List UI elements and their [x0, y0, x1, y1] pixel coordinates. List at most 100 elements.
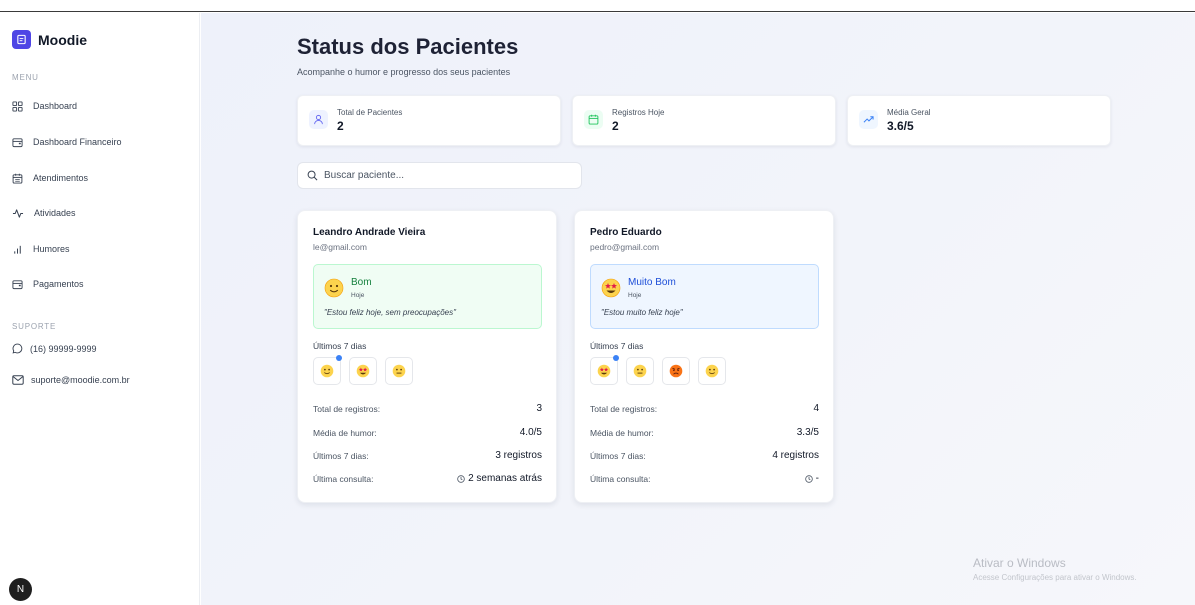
moodie-logo-icon: [12, 30, 31, 49]
sidebar-item-label: Humores: [33, 244, 70, 254]
stat-label: Média Geral: [887, 108, 931, 117]
current-mood-box: Muito Bom Hoje "Estou muito feliz hoje": [590, 264, 819, 329]
mood-history-item[interactable]: [626, 357, 654, 385]
stat-value: 2: [337, 119, 344, 133]
avatar[interactable]: N: [9, 578, 32, 601]
patient-name: Pedro Eduardo: [590, 227, 662, 238]
mood-history-item[interactable]: [385, 357, 413, 385]
row-value: 4 registros: [772, 450, 819, 461]
row-value-wrap: 2 semanas atrás: [457, 473, 542, 484]
window-top-bar: [0, 0, 1195, 12]
sidebar-item-label: Pagamentos: [33, 279, 84, 289]
today-indicator-dot: [336, 355, 342, 361]
wallet-icon: [12, 137, 23, 147]
row-label: Média de humor:: [590, 427, 654, 438]
slight-smile-emoji-icon: [324, 278, 344, 298]
ultima-consulta-row: Última consulta: -: [590, 473, 819, 484]
media-humor-row: Média de humor: 4.0/5: [313, 427, 542, 438]
sidebar-item-pagamentos[interactable]: Pagamentos: [12, 274, 188, 294]
support-phone-text: (16) 99999-9999: [30, 343, 97, 354]
mood-note: "Estou muito feliz hoje": [601, 308, 683, 317]
stat-label: Registros Hoje: [612, 108, 665, 117]
star-struck-emoji-icon: [601, 278, 621, 298]
row-label: Última consulta:: [313, 473, 374, 484]
last-7-days-label: Últimos 7 dias: [590, 341, 644, 351]
page-subtitle: Acompanhe o humor e progresso dos seus p…: [297, 67, 511, 77]
mood-label: Bom: [351, 277, 372, 288]
mood-history-item[interactable]: [590, 355, 619, 385]
calendar-icon: [584, 110, 603, 129]
stat-card-registros-hoje: Registros Hoje 2: [572, 95, 836, 146]
last-7-days-label: Últimos 7 dias: [313, 341, 367, 351]
brand-name: Moodie: [38, 31, 87, 48]
total-registros-row: Total de registros: 3: [313, 403, 542, 414]
sidebar-item-atendimentos[interactable]: Atendimentos: [12, 168, 188, 188]
support-phone[interactable]: (16) 99999-9999: [12, 343, 97, 354]
wallet-icon: [12, 279, 23, 289]
bar-chart-icon: [14, 245, 21, 254]
ultima-consulta-row: Última consulta: 2 semanas atrás: [313, 473, 542, 484]
row-value: 3: [536, 403, 542, 414]
sidebar: Moodie MENU Dashboard Dashboard Financei…: [0, 13, 200, 605]
mood-history-item[interactable]: [662, 357, 690, 385]
total-registros-row: Total de registros: 4: [590, 403, 819, 414]
mood-date: Hoje: [351, 292, 365, 299]
sidebar-item-humores[interactable]: Humores: [12, 239, 188, 259]
row-label: Últimos 7 dias:: [313, 450, 369, 461]
menu-section-label: MENU: [12, 73, 39, 82]
support-email[interactable]: suporte@moodie.com.br: [12, 375, 130, 385]
row-value: 3 registros: [495, 450, 542, 461]
recent-moods: [590, 355, 726, 385]
sidebar-item-label: Atividades: [34, 208, 76, 218]
stat-card-total-pacientes: Total de Pacientes 2: [297, 95, 561, 146]
search-input[interactable]: [324, 170, 564, 181]
mood-label: Muito Bom: [628, 277, 676, 288]
mood-history-item[interactable]: [698, 357, 726, 385]
stat-card-media-geral: Média Geral 3.6/5: [847, 95, 1111, 146]
recent-moods: [313, 355, 413, 385]
sidebar-item-dashboard-financeiro[interactable]: Dashboard Financeiro: [12, 132, 188, 152]
neutral-emoji-icon: [392, 364, 406, 378]
mood-note: "Estou feliz hoje, sem preocupações": [324, 308, 456, 317]
slight-smile-emoji-icon: [320, 364, 334, 378]
today-indicator-dot: [613, 355, 619, 361]
ultimos-7-dias-row: Últimos 7 dias: 4 registros: [590, 450, 819, 461]
mood-history-item[interactable]: [313, 355, 342, 385]
neutral-emoji-icon: [633, 364, 647, 378]
windows-activation-subtitle: Acesse Configurações para ativar o Windo…: [973, 573, 1137, 582]
search-box[interactable]: [297, 162, 582, 189]
row-label: Média de humor:: [313, 427, 377, 438]
stat-label: Total de Pacientes: [337, 108, 403, 117]
sidebar-item-dashboard[interactable]: Dashboard: [12, 96, 188, 116]
search-icon: [307, 170, 318, 181]
row-label: Total de registros:: [590, 403, 658, 414]
clock-icon: [804, 474, 813, 483]
sidebar-item-label: Atendimentos: [33, 173, 89, 183]
trending-up-icon: [859, 110, 878, 129]
patient-name: Leandro Andrade Vieira: [313, 227, 426, 238]
grid-icon: [12, 100, 23, 112]
sidebar-item-atividades[interactable]: Atividades: [12, 203, 188, 223]
current-mood-box: Bom Hoje "Estou feliz hoje, sem preocupa…: [313, 264, 542, 329]
mood-history-item[interactable]: [349, 357, 377, 385]
angry-emoji-icon: [669, 364, 683, 378]
patient-card[interactable]: Leandro Andrade Vieira le@gmail.com Bom …: [297, 210, 557, 503]
sidebar-item-label: Dashboard Financeiro: [33, 137, 122, 147]
slight-smile-emoji-icon: [705, 364, 719, 378]
windows-activation-title: Ativar o Windows: [973, 556, 1066, 570]
row-value: 2 semanas atrás: [468, 473, 542, 484]
calendar-icon: [12, 173, 23, 184]
message-circle-icon: [12, 343, 23, 354]
star-struck-emoji-icon: [356, 364, 370, 378]
brand[interactable]: Moodie: [12, 30, 87, 49]
media-humor-row: Média de humor: 3.3/5: [590, 427, 819, 438]
support-section-label: SUPORTE: [12, 322, 57, 331]
row-value: 4: [813, 403, 819, 414]
activity-icon: [12, 208, 24, 218]
mail-icon: [12, 375, 24, 385]
patient-card[interactable]: Pedro Eduardo pedro@gmail.com Muito Bom …: [574, 210, 834, 503]
support-email-text: suporte@moodie.com.br: [31, 375, 130, 385]
main-content: Status dos Pacientes Acompanhe o humor e…: [201, 13, 1195, 605]
stat-value: 3.6/5: [887, 119, 914, 133]
row-label: Total de registros:: [313, 403, 381, 414]
